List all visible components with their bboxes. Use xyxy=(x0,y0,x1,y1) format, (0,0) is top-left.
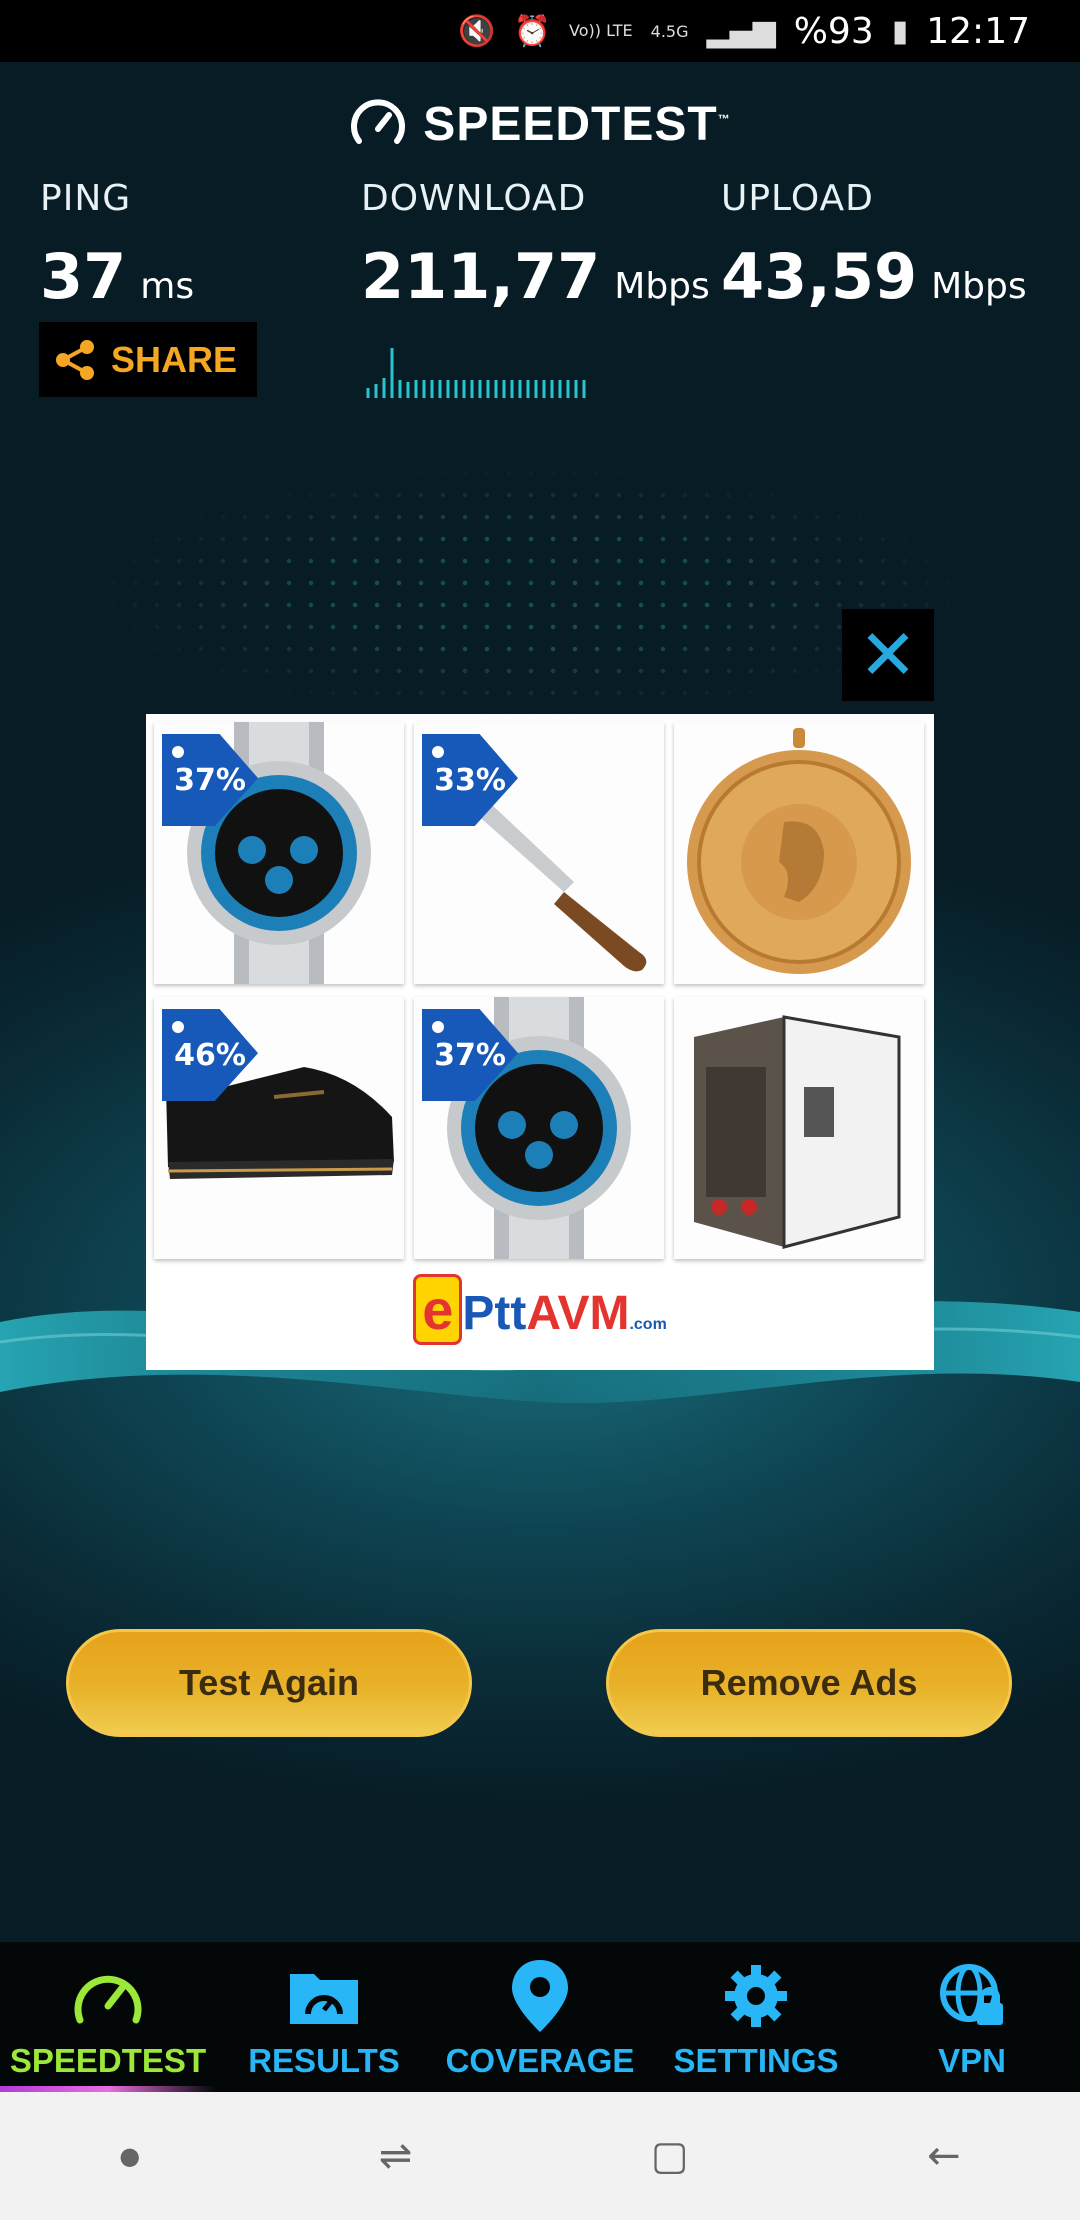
ping-value: 37 ms xyxy=(40,240,195,313)
ad-banner[interactable]: ⓘ✕ 37% 33% 46% xyxy=(146,714,934,1370)
recent-apps-icon[interactable]: ⇌ xyxy=(379,2133,413,2179)
ping-label: PING xyxy=(40,178,132,219)
status-bar: 🔇 ⏰ Vo)) LTE 4.5G ▂▄▆ %93 ▮ 12:17 xyxy=(0,0,1080,62)
speedometer-icon xyxy=(351,99,406,144)
map-pin-icon xyxy=(512,1960,568,2032)
tab-vpn[interactable]: VPN xyxy=(864,1942,1080,2092)
ad-tile-welding-machine[interactable] xyxy=(674,997,924,1259)
download-label: DOWNLOAD xyxy=(361,178,587,219)
upload-value: 43,59 Mbps xyxy=(721,240,1027,313)
results-folder-icon xyxy=(290,1974,358,2024)
tab-settings[interactable]: SETTINGS xyxy=(648,1942,864,2092)
app-header: SPEEDTEST™ xyxy=(0,95,1080,153)
pttavm-logo[interactable]: e PttAVM.com xyxy=(146,1274,934,1345)
ad-tile-knife[interactable]: 33% xyxy=(414,722,664,984)
globe-lock-icon xyxy=(940,1964,1003,2025)
share-button[interactable]: SHARE xyxy=(39,322,257,397)
battery-percent: %93 xyxy=(793,10,874,52)
tab-speedtest[interactable]: SPEEDTEST xyxy=(0,1942,216,2092)
nav-dot-icon[interactable]: ● xyxy=(119,2142,140,2170)
ad-close-button[interactable]: ✕ xyxy=(842,609,934,701)
tab-label: VPN xyxy=(938,2042,1006,2079)
share-icon xyxy=(56,339,94,380)
ad-tile-watch[interactable]: 37% xyxy=(154,722,404,984)
tab-results[interactable]: RESULTS xyxy=(216,1942,432,2092)
gold-coin-image xyxy=(687,728,911,974)
clock: 12:17 xyxy=(926,10,1030,52)
bottom-tab-bar: SPEEDTEST RESULTS COVERAGE SETTINGS VPN xyxy=(0,1942,1080,2092)
tab-label: COVERAGE xyxy=(445,2042,635,2079)
network-type: 4.5G xyxy=(650,21,689,41)
share-label: SHARE xyxy=(111,338,238,380)
badge-dot xyxy=(432,1021,444,1033)
app-title: SPEEDTEST™ xyxy=(423,97,731,151)
ad-tile-watch[interactable]: 37% xyxy=(414,997,664,1259)
badge-dot xyxy=(172,1021,184,1033)
mute-icon: 🔇 xyxy=(458,13,496,49)
alarm-icon: ⏰ xyxy=(513,13,551,49)
gear-icon xyxy=(725,1965,787,2027)
upload-label: UPLOAD xyxy=(721,178,874,219)
ad-tile-sneaker[interactable]: 46% xyxy=(154,997,404,1259)
volte-indicator: Vo)) LTE xyxy=(569,21,633,40)
speedometer-icon xyxy=(74,1975,142,2024)
back-icon[interactable]: ← xyxy=(927,2133,961,2179)
system-nav-bar: ● ⇌ ▢ ← xyxy=(0,2092,1080,2220)
tab-label: SPEEDTEST xyxy=(9,2042,207,2079)
ad-tile-gold-coin[interactable] xyxy=(674,722,924,984)
close-icon: ✕ xyxy=(858,614,918,696)
remove-ads-button[interactable]: Remove Ads xyxy=(606,1629,1012,1737)
home-icon[interactable]: ▢ xyxy=(651,2133,689,2179)
tab-label: RESULTS xyxy=(248,2042,400,2079)
badge-dot xyxy=(172,746,184,758)
battery-icon: ▮ xyxy=(891,13,909,49)
badge-dot xyxy=(432,746,444,758)
test-again-button[interactable]: Test Again xyxy=(66,1629,472,1737)
signal-icon: ▂▄▆ xyxy=(706,13,776,49)
tab-coverage[interactable]: COVERAGE xyxy=(432,1942,648,2092)
tab-label: SETTINGS xyxy=(673,2042,839,2079)
upload-sparkline xyxy=(720,340,956,398)
download-value: 211,77 Mbps xyxy=(361,240,710,313)
welding-machine-image xyxy=(694,1015,901,1249)
download-sparkline xyxy=(366,348,586,398)
